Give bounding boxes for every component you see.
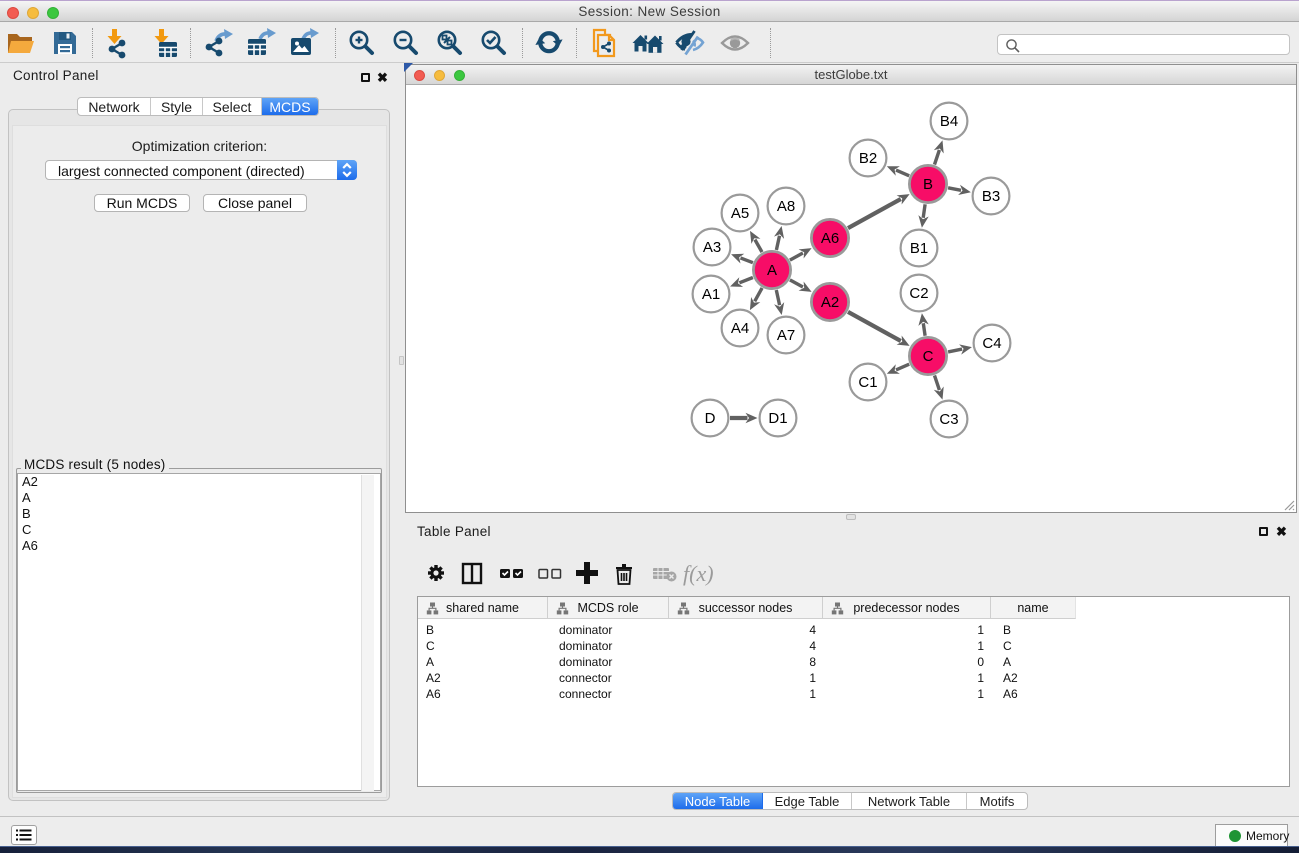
svg-text:A1: A1 [702,286,720,303]
svg-text:B2: B2 [859,150,877,167]
svg-text:C2: C2 [909,285,928,302]
svg-text:A: A [767,262,777,279]
svg-text:C4: C4 [982,335,1001,352]
svg-text:A3: A3 [703,239,721,256]
svg-text:C: C [923,348,934,365]
svg-text:A2: A2 [821,294,839,311]
svg-text:A8: A8 [777,198,795,215]
svg-text:A4: A4 [731,320,749,337]
svg-text:C3: C3 [939,411,958,428]
svg-text:B1: B1 [910,240,928,257]
svg-text:D1: D1 [768,410,787,427]
svg-text:A7: A7 [777,327,795,344]
svg-text:B3: B3 [982,188,1000,205]
svg-text:B4: B4 [940,113,958,130]
svg-text:A6: A6 [821,230,839,247]
svg-text:D: D [705,410,716,427]
svg-text:C1: C1 [858,374,877,391]
svg-text:A5: A5 [731,205,749,222]
svg-text:B: B [923,176,933,193]
